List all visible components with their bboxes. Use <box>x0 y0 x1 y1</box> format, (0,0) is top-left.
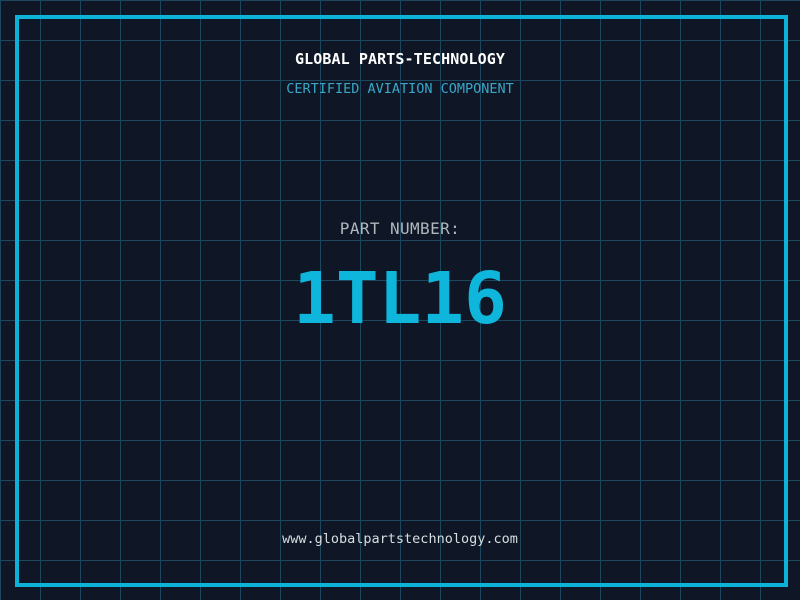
part-certificate-screen: GLOBAL PARTS-TECHNOLOGY CERTIFIED AVIATI… <box>0 0 800 600</box>
part-number-label: PART NUMBER: <box>339 219 461 238</box>
certification-subtitle: CERTIFIED AVIATION COMPONENT <box>286 81 514 97</box>
company-title: GLOBAL PARTS-TECHNOLOGY <box>294 50 505 68</box>
part-number-value: 1TL16 <box>293 257 507 340</box>
website-url: www.globalpartstechnology.com <box>282 531 518 547</box>
